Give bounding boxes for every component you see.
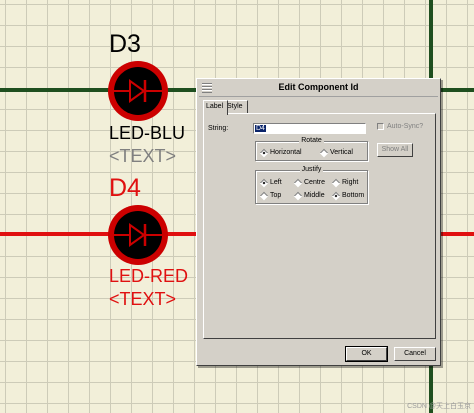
radio-middle-label: Middle [304,192,325,199]
dialog-titlebar[interactable]: Edit Component Id [199,81,438,97]
wire-d4-far-right[interactable] [441,232,474,236]
d4-ref-label[interactable]: D4 [109,176,141,201]
radio-horizontal[interactable]: Horizontal [259,148,302,158]
show-all-button[interactable]: Show All [377,143,413,157]
cancel-button[interactable]: Cancel [394,347,436,361]
rotate-group: Rotate Horizontal Vertical [255,137,368,161]
radio-bottom[interactable]: Bottom [331,191,365,201]
radio-selected-icon [259,148,269,158]
d4-value-label[interactable]: LED-RED [109,267,188,285]
wire-d4-right[interactable] [165,232,197,236]
wire-d3-right[interactable] [165,88,197,92]
radio-top-label: Top [270,192,282,199]
radio-selected-icon [259,178,269,188]
d3-value-label[interactable]: LED-BLU [109,124,185,142]
dialog-title: Edit Component Id [278,82,359,92]
d3-ref-label[interactable]: D3 [109,32,141,57]
radio-unselected-icon [293,178,303,188]
radio-centre[interactable]: Centre [293,178,326,188]
string-label: String: [208,125,229,132]
radio-bottom-label: Bottom [342,192,365,199]
wire-top-right[interactable] [441,88,474,92]
wire-vertical[interactable] [429,0,433,78]
radio-horizontal-label: Horizontal [270,149,302,156]
string-input-value: D4 [255,125,266,132]
label-tab-panel: String: D4 Auto-Sync? Show All Rotate Ho… [203,113,436,339]
radio-vertical-label: Vertical [330,149,353,156]
auto-sync-label: Auto-Sync? [387,123,424,130]
wire-d4-left[interactable] [0,232,112,236]
radio-left-label: Left [270,179,282,186]
radio-right[interactable]: Right [331,178,359,188]
radio-selected-icon [331,191,341,201]
rotate-group-title: Rotate [299,137,324,144]
justify-group: Justify Left Centre Right Top Middle Bot… [255,166,368,204]
d3-text-label[interactable]: <TEXT> [109,147,176,165]
string-input[interactable]: D4 [253,123,366,134]
radio-middle[interactable]: Middle [293,191,325,201]
tab-label[interactable]: Label [203,100,228,115]
radio-centre-label: Centre [304,179,326,186]
justify-group-title: Justify [299,166,324,173]
radio-vertical[interactable]: Vertical [319,148,353,158]
radio-unselected-icon [293,191,303,201]
watermark: CSDN @天上白玉京 [407,403,471,410]
radio-unselected-icon [319,148,329,158]
radio-unselected-icon [331,178,341,188]
wire-d3-left[interactable] [0,88,112,92]
edit-component-id-dialog: Edit Component Id Label Style String: D4… [196,78,441,366]
checkbox-icon [377,123,384,130]
ok-button[interactable]: OK [345,346,388,362]
radio-left[interactable]: Left [259,178,282,188]
auto-sync-checkbox[interactable]: Auto-Sync? [377,123,423,130]
radio-top[interactable]: Top [259,191,282,201]
d4-text-label[interactable]: <TEXT> [109,290,176,308]
radio-right-label: Right [342,179,359,186]
led-diode-icon [114,211,162,259]
led-diode-icon [114,67,162,115]
radio-unselected-icon [259,191,269,201]
